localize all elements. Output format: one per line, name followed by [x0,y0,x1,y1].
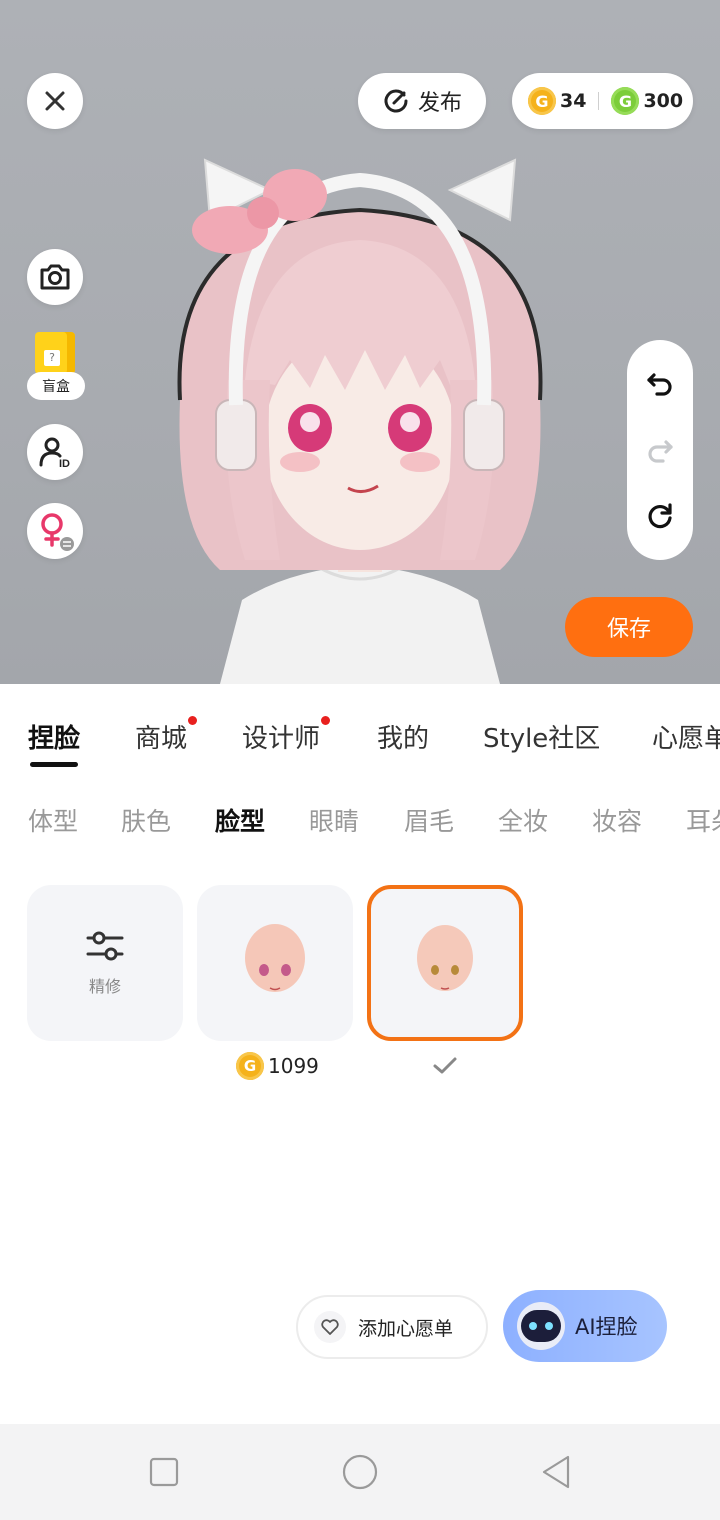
square-icon [149,1457,179,1487]
reset-icon[interactable] [645,502,675,532]
blind-box-label: 盲盒 [27,372,85,400]
recents-button[interactable] [144,1452,184,1492]
triangle-back-icon [542,1455,570,1489]
refine-tile[interactable]: 精修 [27,885,183,1041]
subtab-skin-color[interactable]: 肤色 [121,802,171,838]
subtab-eyes[interactable]: 眼睛 [309,802,359,838]
sliders-icon [86,931,124,961]
subtab-eyebrows[interactable]: 眉毛 [404,802,454,838]
blind-box-button[interactable]: ? 盲盒 [27,332,85,400]
gold-coin-count: 34 [560,90,587,112]
circle-icon [342,1454,378,1490]
sub-tabs: 体型 肤色 脸型 眼睛 眉毛 全妆 妆容 耳朵 [0,802,720,842]
wishlist-label: 添加心愿单 [358,1317,454,1340]
heart-icon [314,1311,346,1343]
redo-icon[interactable] [645,435,675,465]
undo-icon[interactable] [645,368,675,398]
avatar-id-button[interactable]: ID [27,424,83,480]
subtab-face-shape[interactable]: 脸型 [215,802,265,838]
tab-designer[interactable]: 设计师 [242,716,331,755]
green-coin-icon: G [611,87,640,115]
check-icon [433,1057,457,1074]
face-option-2[interactable] [367,885,523,1041]
publish-button[interactable]: 发布 [358,73,486,129]
gold-coin-icon: G [528,87,556,115]
refine-label: 精修 [88,977,121,996]
svg-text:ID: ID [59,458,70,469]
price-value: 1099 [268,1054,319,1078]
editor-panel: 捏脸 商城 设计师 我的 Style社区 心愿单 体型 肤色 脸型 眼睛 眉毛 … [0,684,720,1424]
robot-icon [517,1302,565,1350]
gold-coin-icon: G [236,1052,264,1080]
notification-dot [188,716,198,725]
tab-style-community[interactable]: Style社区 [483,718,600,755]
home-button[interactable] [340,1452,380,1492]
subtab-full-makeup[interactable]: 全妆 [498,802,548,838]
user-id-icon: ID [39,437,70,469]
history-controls [627,340,693,560]
back-button[interactable] [536,1452,576,1492]
currency-divider [598,92,600,110]
tab-mine[interactable]: 我的 [377,718,429,755]
subtab-ears[interactable]: 耳朵 [686,802,720,838]
publish-label: 发布 [417,91,462,116]
active-tab-indicator [30,762,78,767]
close-button[interactable] [27,73,83,129]
add-wishlist-button[interactable]: 添加心愿单 [296,1295,488,1359]
subtab-makeup[interactable]: 妆容 [592,802,642,838]
ai-face-button[interactable]: AI捏脸 [503,1290,667,1362]
publish-icon [384,89,408,113]
main-tabs: 捏脸 商城 设计师 我的 Style社区 心愿单 [0,684,720,784]
avatar-stage[interactable]: 发布 G 34 G 300 ? 盲盒 ID 保存 [0,0,720,684]
tab-face[interactable]: 捏脸 [28,718,80,755]
green-coin-count: 300 [643,90,684,112]
blind-box-icon: ? [35,332,75,374]
face-option-1-price: G 1099 [236,1052,319,1080]
camera-button[interactable] [27,249,83,305]
tab-wishlist[interactable]: 心愿单 [652,718,720,755]
female-icon [41,513,74,551]
currency-balance[interactable]: G 34 G 300 [512,73,693,129]
face-thumbnail [245,924,305,992]
subtab-body-type[interactable]: 体型 [28,802,78,838]
camera-icon [40,264,70,290]
notification-dot [321,716,331,725]
gender-switch-button[interactable] [27,503,83,559]
ai-face-label: AI捏脸 [575,1315,638,1339]
close-icon [45,91,65,111]
save-button[interactable]: 保存 [565,597,693,657]
avatar-preview[interactable] [150,150,570,684]
system-navigation-bar [0,1424,720,1520]
face-option-1[interactable] [197,885,353,1041]
tab-store[interactable]: 商城 [135,716,198,755]
face-thumbnail [417,925,473,991]
